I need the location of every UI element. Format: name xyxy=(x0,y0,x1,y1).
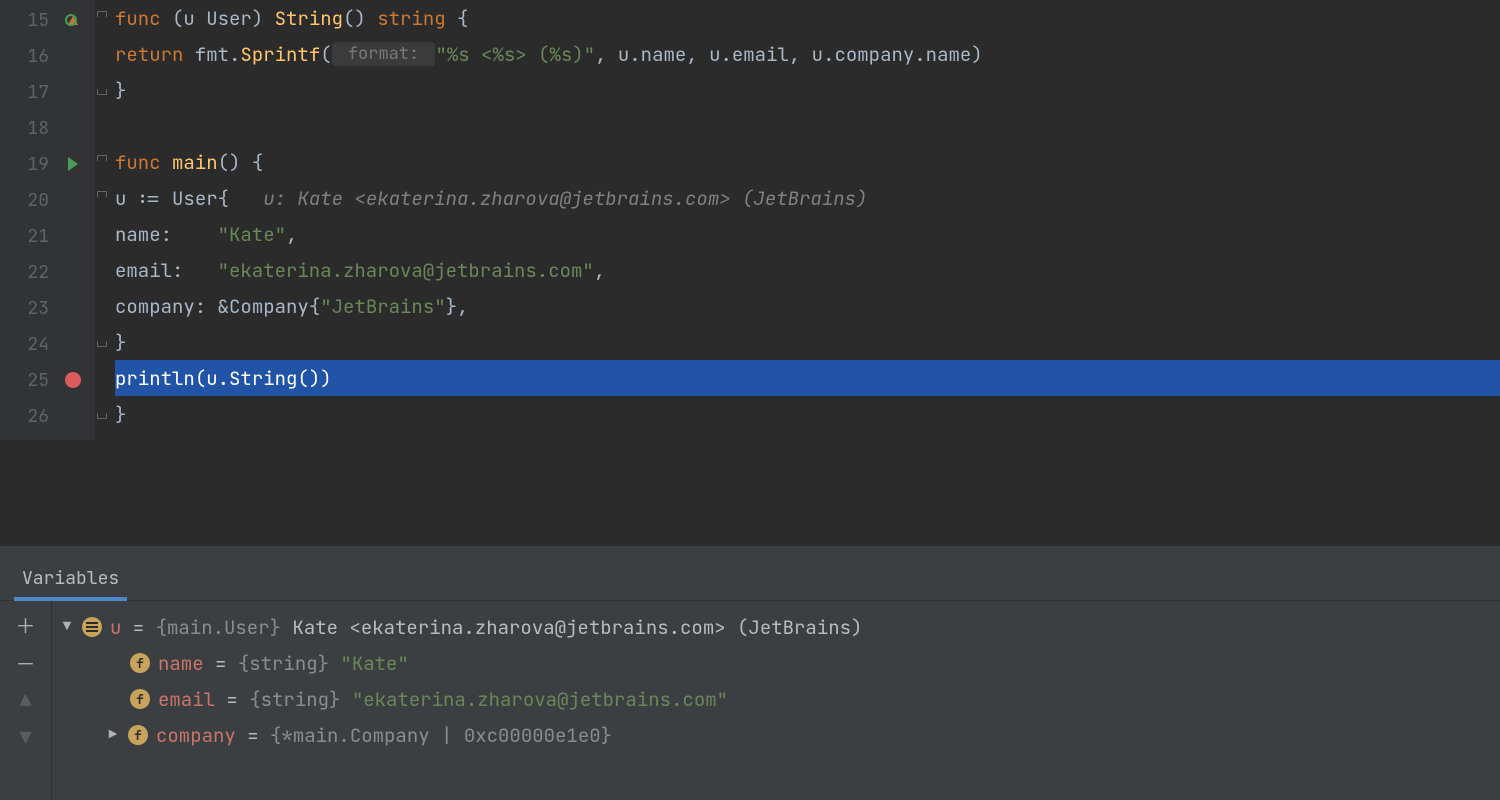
code-line[interactable]: company: &Company{"JetBrains"}, xyxy=(115,288,1500,324)
variable-row[interactable]: u = {main.User} Kate <ekaterina.zharova@… xyxy=(60,609,1500,645)
gutter-line[interactable]: 20 xyxy=(0,182,95,218)
code-line[interactable]: } xyxy=(115,324,1500,360)
code-line[interactable]: name: "Kate", xyxy=(115,216,1500,252)
struct-icon xyxy=(82,617,102,637)
code-line[interactable] xyxy=(115,108,1500,144)
gutter-line[interactable]: 24 xyxy=(0,326,95,362)
fold-close-icon[interactable] xyxy=(97,413,107,419)
move-up-button[interactable]: ▲ xyxy=(11,685,41,715)
fold-open-icon[interactable] xyxy=(97,155,107,161)
gutter: 15 16 17 18 19 20 21 22 23 24 25 26 xyxy=(0,0,95,500)
gutter-line[interactable]: 21 xyxy=(0,218,95,254)
gutter-line[interactable]: 17 xyxy=(0,74,95,110)
variable-row[interactable]: f company = {*main.Company | 0xc00000e1e… xyxy=(60,717,1500,753)
variables-tree[interactable]: u = {main.User} Kate <ekaterina.zharova@… xyxy=(52,601,1500,800)
code-line[interactable]: func main() { xyxy=(115,144,1500,180)
tab-variables[interactable]: Variables xyxy=(18,559,123,600)
code-line[interactable]: } xyxy=(115,396,1500,432)
gutter-line[interactable]: 22 xyxy=(0,254,95,290)
move-down-button[interactable]: ▼ xyxy=(11,723,41,753)
variable-row[interactable]: f name = {string} "Kate" xyxy=(60,645,1500,681)
current-execution-line[interactable]: println(u.String()) xyxy=(115,360,1500,396)
editor-footer xyxy=(0,440,1500,500)
fold-open-icon[interactable] xyxy=(97,191,107,197)
expand-toggle-icon[interactable] xyxy=(106,726,120,744)
implements-icon[interactable] xyxy=(65,12,81,28)
code-line[interactable]: email: "ekaterina.zharova@jetbrains.com"… xyxy=(115,252,1500,288)
gutter-line[interactable]: 18 xyxy=(0,110,95,146)
field-icon: f xyxy=(130,689,150,709)
code-editor[interactable]: 15 16 17 18 19 20 21 22 23 24 25 26 func… xyxy=(0,0,1500,500)
fold-close-icon[interactable] xyxy=(97,89,107,95)
fold-open-icon[interactable] xyxy=(97,11,107,17)
run-gutter-icon[interactable] xyxy=(65,156,81,172)
debug-side-toolbar: ＋ － ▲ ▼ xyxy=(0,601,52,800)
field-icon: f xyxy=(128,725,148,745)
code-line[interactable]: func (u User) String() string { xyxy=(115,0,1500,36)
inlay-hint: format: xyxy=(332,42,436,66)
fold-close-icon[interactable] xyxy=(97,341,107,347)
remove-watch-button[interactable]: － xyxy=(11,647,41,677)
gutter-line[interactable]: 26 xyxy=(0,398,95,434)
field-icon: f xyxy=(130,653,150,673)
debug-panel: Variables ＋ － ▲ ▼ u = {main.User} Kate <… xyxy=(0,545,1500,800)
variable-row[interactable]: f email = {string} "ekaterina.zharova@je… xyxy=(60,681,1500,717)
fold-column xyxy=(95,0,113,500)
gutter-line[interactable]: 15 xyxy=(0,2,95,38)
add-watch-button[interactable]: ＋ xyxy=(11,609,41,639)
breakpoint-icon[interactable] xyxy=(65,372,81,388)
gutter-line[interactable]: 25 xyxy=(0,362,95,398)
expand-toggle-icon[interactable] xyxy=(60,618,74,636)
gutter-line[interactable]: 16 xyxy=(0,38,95,74)
code-line[interactable]: } xyxy=(115,72,1500,108)
code-area[interactable]: func (u User) String() string { return f… xyxy=(115,0,1500,432)
gutter-line[interactable]: 23 xyxy=(0,290,95,326)
debug-tabbar: Variables xyxy=(0,546,1500,601)
code-line[interactable]: u := User{ u: Kate <ekaterina.zharova@je… xyxy=(115,180,1500,216)
gutter-line[interactable]: 19 xyxy=(0,146,95,182)
code-line[interactable]: return fmt.Sprintf( format: "%s <%s> (%s… xyxy=(115,36,1500,72)
inline-debug-hint: u: Kate <ekaterina.zharova@jetbrains.com… xyxy=(229,186,867,211)
